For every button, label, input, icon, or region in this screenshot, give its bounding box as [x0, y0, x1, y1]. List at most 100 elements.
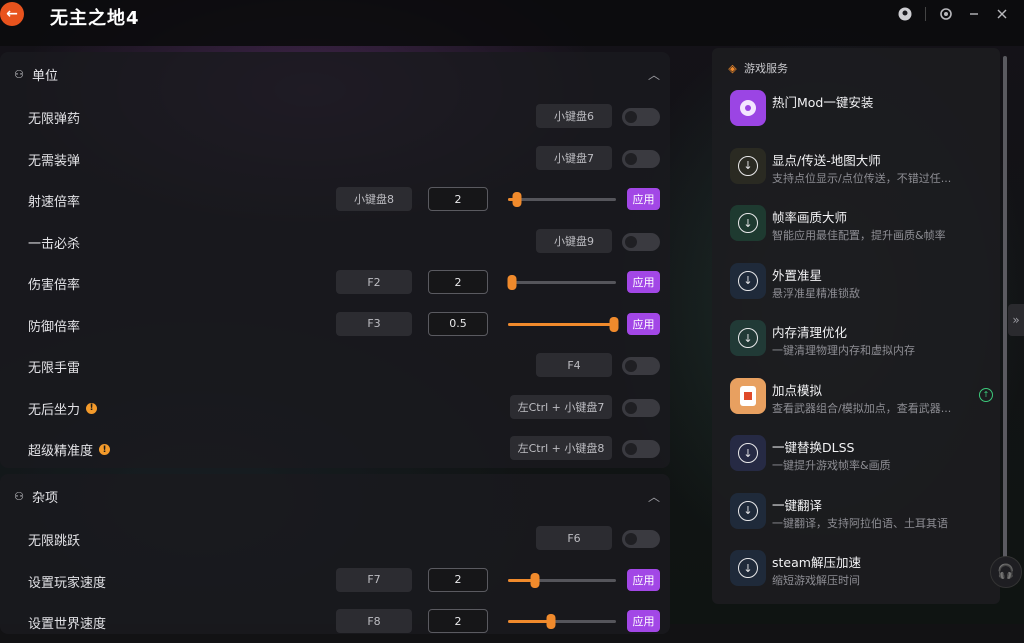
service-item[interactable]: 加点模拟查看武器组合/模拟加点，查看武器...↑ [730, 378, 990, 418]
toggle-switch[interactable] [622, 399, 660, 417]
toggle-switch[interactable] [622, 357, 660, 375]
value-slider[interactable] [508, 620, 616, 623]
divider [925, 7, 926, 21]
support-button[interactable]: 🎧 [990, 556, 1022, 588]
service-title: steam解压加速 [772, 552, 861, 571]
toggle-switch[interactable] [622, 108, 660, 126]
hotkey-button[interactable]: F6 [536, 526, 612, 550]
slider-thumb[interactable] [512, 192, 521, 207]
service-desc: 悬浮准星精准锁敌 [772, 285, 860, 301]
setting-label: 射速倍率 [28, 191, 80, 210]
value-slider[interactable] [508, 281, 616, 284]
setting-label: 设置世界速度 [28, 613, 106, 632]
setting-label-text: 无限跳跃 [28, 530, 80, 549]
chevron-up-icon[interactable]: ︿ [648, 66, 660, 83]
setting-row: 无后坐力!左Ctrl + 小键盘7 [0, 387, 670, 429]
setting-label-text: 防御倍率 [28, 316, 80, 335]
value-slider[interactable] [508, 323, 616, 326]
setting-label-text: 一击必杀 [28, 233, 80, 252]
unit-panel-header[interactable]: ⚇ 单位 ︿ [0, 52, 670, 96]
service-title: 一键替换DLSS [772, 437, 854, 456]
slider-fill [508, 323, 616, 326]
value-slider[interactable] [508, 579, 616, 582]
game-services-panel: ◈ 游戏服务 热门Mod一键安装↓显点/传送-地图大师支持点位显示/点位传送，不… [712, 48, 1000, 604]
service-title: 热门Mod一键安装 [772, 92, 873, 111]
service-desc: 一键提升游戏帧率&画质 [772, 457, 891, 473]
service-item[interactable]: 热门Mod一键安装 [730, 90, 990, 130]
setting-row: 射速倍率 小键盘8 2 应用 [0, 179, 670, 221]
info-icon[interactable]: ! [86, 403, 97, 414]
setting-label-text: 无限弹药 [28, 108, 80, 127]
service-item[interactable]: ↓ 外置准星悬浮准星精准锁敌 [730, 263, 990, 303]
toggle-switch[interactable] [622, 150, 660, 168]
expand-side-tab[interactable]: » [1008, 304, 1024, 336]
hotkey-button[interactable]: 小键盘6 [536, 104, 612, 128]
service-title: 帧率画质大师 [772, 207, 847, 226]
download-icon: ↓ [730, 435, 766, 471]
hotkey-button[interactable]: F8 [336, 609, 412, 633]
misc-panel-header[interactable]: ⚇ 杂项 ︿ [0, 474, 670, 518]
value-input[interactable]: 2 [428, 270, 488, 294]
setting-label-text: 伤害倍率 [28, 274, 80, 293]
hotkey-button[interactable]: 左Ctrl + 小键盘7 [510, 395, 612, 419]
service-title: 外置准星 [772, 265, 822, 284]
service-item[interactable]: ↓一键翻译一键翻译，支持阿拉伯语、土耳其语 [730, 493, 990, 533]
mod-icon [730, 90, 766, 126]
close-icon[interactable] [994, 6, 1010, 22]
back-button[interactable]: ← [0, 2, 24, 26]
download-arrow-icon: ↓ [738, 501, 758, 521]
download-icon: ↓ [730, 550, 766, 586]
service-item[interactable]: ↓steam解压加速缩短游戏解压时间 [730, 550, 990, 590]
hotkey-button[interactable]: 小键盘9 [536, 229, 612, 253]
service-desc: 一键翻译，支持阿拉伯语、土耳其语 [772, 515, 948, 531]
hotkey-button[interactable]: 小键盘8 [336, 187, 412, 211]
value-input[interactable]: 2 [428, 568, 488, 592]
toggle-switch[interactable] [622, 530, 660, 548]
slider-thumb[interactable] [547, 614, 556, 629]
setting-label-text: 无需装弹 [28, 150, 80, 169]
apply-button[interactable]: 应用 [627, 188, 660, 210]
download-arrow-icon: ↓ [738, 156, 758, 176]
value-slider[interactable] [508, 198, 616, 201]
hotkey-button[interactable]: 小键盘7 [536, 146, 612, 170]
hotkey-button[interactable]: F3 [336, 312, 412, 336]
apply-button[interactable]: 应用 [627, 610, 660, 632]
slider-thumb[interactable] [508, 275, 517, 290]
misc-panel-title: 杂项 [32, 487, 58, 506]
slider-thumb[interactable] [610, 317, 619, 332]
hotkey-button[interactable]: F7 [336, 568, 412, 592]
service-item[interactable]: ↓内存清理优化一键清理物理内存和虚拟内存 [730, 320, 990, 360]
value-input[interactable]: 2 [428, 187, 488, 211]
apply-button[interactable]: 应用 [627, 569, 660, 591]
value-input[interactable]: 2 [428, 609, 488, 633]
hotkey-button[interactable]: 左Ctrl + 小键盘8 [510, 436, 612, 460]
chevron-up-icon[interactable]: ︿ [648, 488, 660, 505]
download-arrow-icon: ↓ [738, 271, 758, 291]
info-icon[interactable]: ! [99, 444, 110, 455]
download-icon: ↓ [730, 320, 766, 356]
service-item[interactable]: ↓ 一键替换DLSS一键提升游戏帧率&画质 [730, 435, 990, 475]
chevron-right-icon: » [1012, 313, 1019, 327]
toggle-switch[interactable] [622, 440, 660, 458]
hotkey-button[interactable]: F4 [536, 353, 612, 377]
apply-button[interactable]: 应用 [627, 271, 660, 293]
download-icon: ↓ [730, 263, 766, 299]
slider-thumb[interactable] [531, 573, 540, 588]
toggle-switch[interactable] [622, 233, 660, 251]
user-icon[interactable] [897, 6, 913, 22]
service-item[interactable]: ↓帧率画质大师智能应用最佳配置，提升画质&帧率 [730, 205, 990, 245]
hotkey-button[interactable]: F2 [336, 270, 412, 294]
services-scrollbar[interactable] [1003, 56, 1007, 576]
setting-label-text: 设置世界速度 [28, 613, 106, 632]
setting-label: 无需装弹 [28, 150, 80, 169]
misc-panel: ⚇ 杂项 ︿ 无限跳跃F6设置玩家速度F72应用设置世界速度F82应用 [0, 474, 670, 634]
unit-icon: ⚇ [12, 67, 26, 81]
setting-label: 伤害倍率 [28, 274, 80, 293]
service-item[interactable]: ↓显点/传送-地图大师支持点位显示/点位传送，不错过任... [730, 148, 990, 188]
apply-button[interactable]: 应用 [627, 313, 660, 335]
setting-label: 防御倍率 [28, 316, 80, 335]
setting-label-text: 超级精准度 [28, 440, 93, 459]
settings-icon[interactable] [938, 6, 954, 22]
value-input[interactable]: 0.5 [428, 312, 488, 336]
minimize-icon[interactable] [966, 6, 982, 22]
